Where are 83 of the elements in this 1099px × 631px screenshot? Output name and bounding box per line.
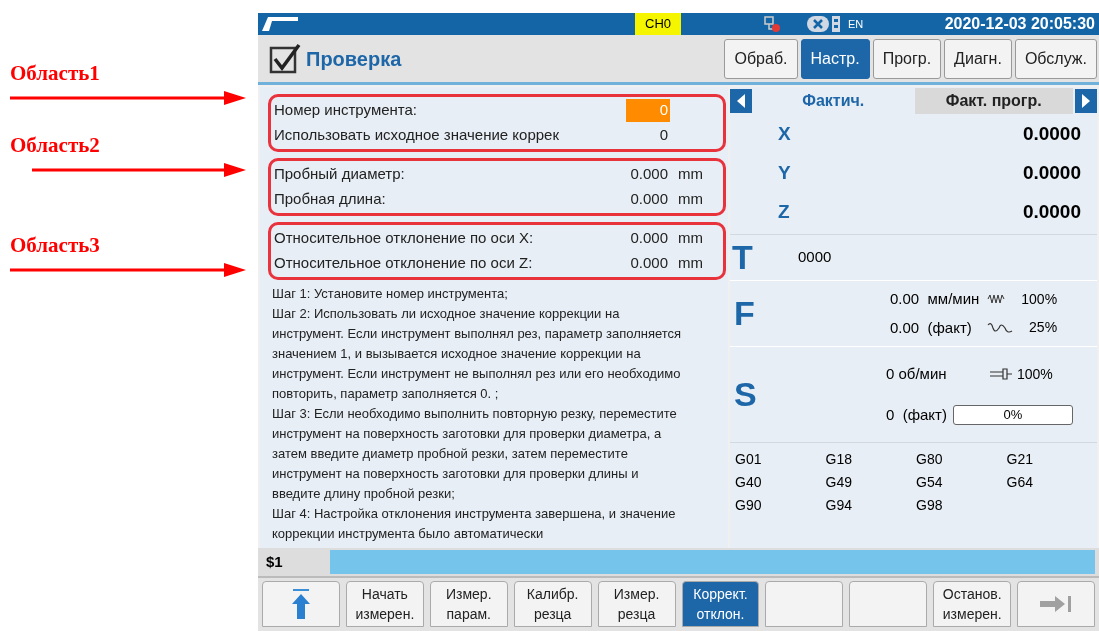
spindle-override: 100% — [1017, 364, 1053, 384]
feed-actual: 0.00 (факт) — [890, 317, 973, 338]
spindle-letter: S — [733, 374, 758, 415]
tab[interactable]: Настр. — [800, 38, 870, 79]
parameter-value[interactable]: 0.000 — [626, 252, 670, 275]
axis-label: Z — [777, 200, 790, 225]
spindle-speed: 0 об/мин — [886, 364, 948, 384]
softkey[interactable] — [765, 581, 844, 627]
keyboard-icon — [832, 16, 840, 32]
instruction-text: Шаг 2: Использовать ли исходное значение коррекции на инструмент. Если инструмент выполнял рез, параметр заполняется значением 1, и вызывается исходное значение коррекции на инструмент. Если инструмент не выполнял рез или его необходимо повторить, параметр заполняется 0. ; — [272, 305, 683, 403]
softkey[interactable]: Калибр. резца — [513, 581, 592, 627]
axis-label: X — [777, 122, 790, 147]
tab[interactable]: Прогр. — [872, 38, 942, 79]
unit-label: mm — [678, 253, 703, 274]
unit-label: mm — [678, 164, 703, 185]
rapid-override-icon — [987, 321, 1014, 334]
g-code: G98 — [916, 496, 944, 515]
network-error-icon — [763, 15, 781, 33]
coordinate-tab[interactable]: Факт. прогр. — [914, 88, 1073, 114]
arrow-to-bar-icon — [1039, 594, 1074, 614]
axis-value: 0.0000 — [1022, 122, 1081, 147]
command-prompt: $1 — [265, 551, 284, 572]
softkey[interactable]: Коррект. отклон. — [681, 581, 760, 627]
command-input[interactable] — [330, 550, 1095, 574]
feed-letter: F — [733, 293, 756, 334]
g-code: G94 — [825, 496, 853, 515]
tab[interactable]: Обраб. — [724, 38, 798, 79]
parameter-label: Номер инструмента: — [274, 100, 419, 121]
parameter-label: Относительное отклонение по оси Z: — [274, 253, 534, 274]
logo-icon — [260, 15, 300, 33]
feed-override: 100% — [1021, 289, 1058, 309]
tool-letter: T — [731, 237, 754, 278]
callout-label: Область1 — [10, 60, 101, 86]
checkbox-icon — [268, 41, 302, 76]
up-arrow-button[interactable] — [262, 581, 340, 627]
softkey[interactable]: Останов. измерен. — [933, 581, 1012, 627]
spindle-actual: 0 (факт) — [886, 404, 947, 425]
axis-value: 0.0000 — [1022, 161, 1081, 186]
tab[interactable]: Обслуж. — [1014, 38, 1097, 79]
softkey[interactable]: Измер. парам. — [429, 581, 508, 627]
language-indicator[interactable]: EN — [848, 15, 864, 33]
tab[interactable]: Диагн. — [944, 38, 1012, 79]
g-code: G64 — [1006, 473, 1034, 492]
unit-label: mm — [678, 189, 703, 210]
channel-indicator: CH0 — [635, 13, 681, 35]
spindle-override-icon — [989, 368, 1013, 381]
close-icon[interactable] — [807, 15, 829, 33]
g-code: G18 — [825, 450, 853, 469]
feed-override-icon — [987, 294, 1006, 305]
parameter-value[interactable]: 0 — [626, 124, 670, 147]
parameter-value[interactable]: 0.000 — [626, 163, 670, 186]
tool-number: 0000 — [798, 247, 832, 268]
parameter-value[interactable]: 0.000 — [626, 188, 670, 211]
up-arrow-icon — [290, 588, 311, 620]
date-time: 2020-12-03 20:05:30 — [944, 14, 1095, 34]
instruction-text: Шаг 1: Установите номер инструмента; — [272, 285, 509, 303]
parameter-label: Использовать исходное значение коррек — [274, 125, 560, 146]
instruction-text: Шаг 3: Если необходимо выполнить повторную резку, переместите инструмент на поверхность заготовки для проверки диаметра, а затем введите диаметр пробной резки, затем переместите инструмент на поверхность заготовки для проверки длины и введите длину пробной резки; — [272, 405, 678, 503]
axis-label: Y — [777, 161, 790, 186]
g-code: G01 — [735, 450, 763, 469]
softkey[interactable]: Измер. резца — [597, 581, 676, 627]
g-code: G54 — [916, 473, 944, 492]
parameter-label: Относительное отклонение по оси X: — [274, 228, 535, 249]
rapid-override: 25% — [1028, 318, 1058, 338]
g-code: G90 — [735, 496, 763, 515]
unit-label: mm — [678, 228, 703, 249]
parameter-label: Пробный диаметр: — [274, 164, 406, 185]
g-code: G49 — [825, 473, 853, 492]
screen-title: Проверка — [306, 46, 402, 72]
softkey[interactable]: Начать измерен. — [345, 581, 424, 627]
g-code: G80 — [916, 450, 944, 469]
g-code: G40 — [735, 473, 763, 492]
callout-label: Область3 — [10, 232, 101, 258]
instruction-text: Шаг 4: Настройка отклонения инструмента завершена, и значение коррекции инструмента было автоматически — [272, 505, 677, 543]
feed-rate: 0.00 мм/мин — [890, 289, 980, 309]
axis-value: 0.0000 — [1022, 200, 1081, 225]
softkey[interactable] — [849, 581, 928, 627]
g-code: G21 — [1006, 450, 1034, 469]
parameter-value[interactable]: 0.000 — [626, 227, 670, 250]
next-page-button[interactable] — [1017, 581, 1096, 627]
callout-label: Область2 — [10, 132, 101, 158]
parameter-label: Пробная длина: — [274, 189, 387, 210]
spindle-load-value: 0% — [1003, 406, 1023, 424]
